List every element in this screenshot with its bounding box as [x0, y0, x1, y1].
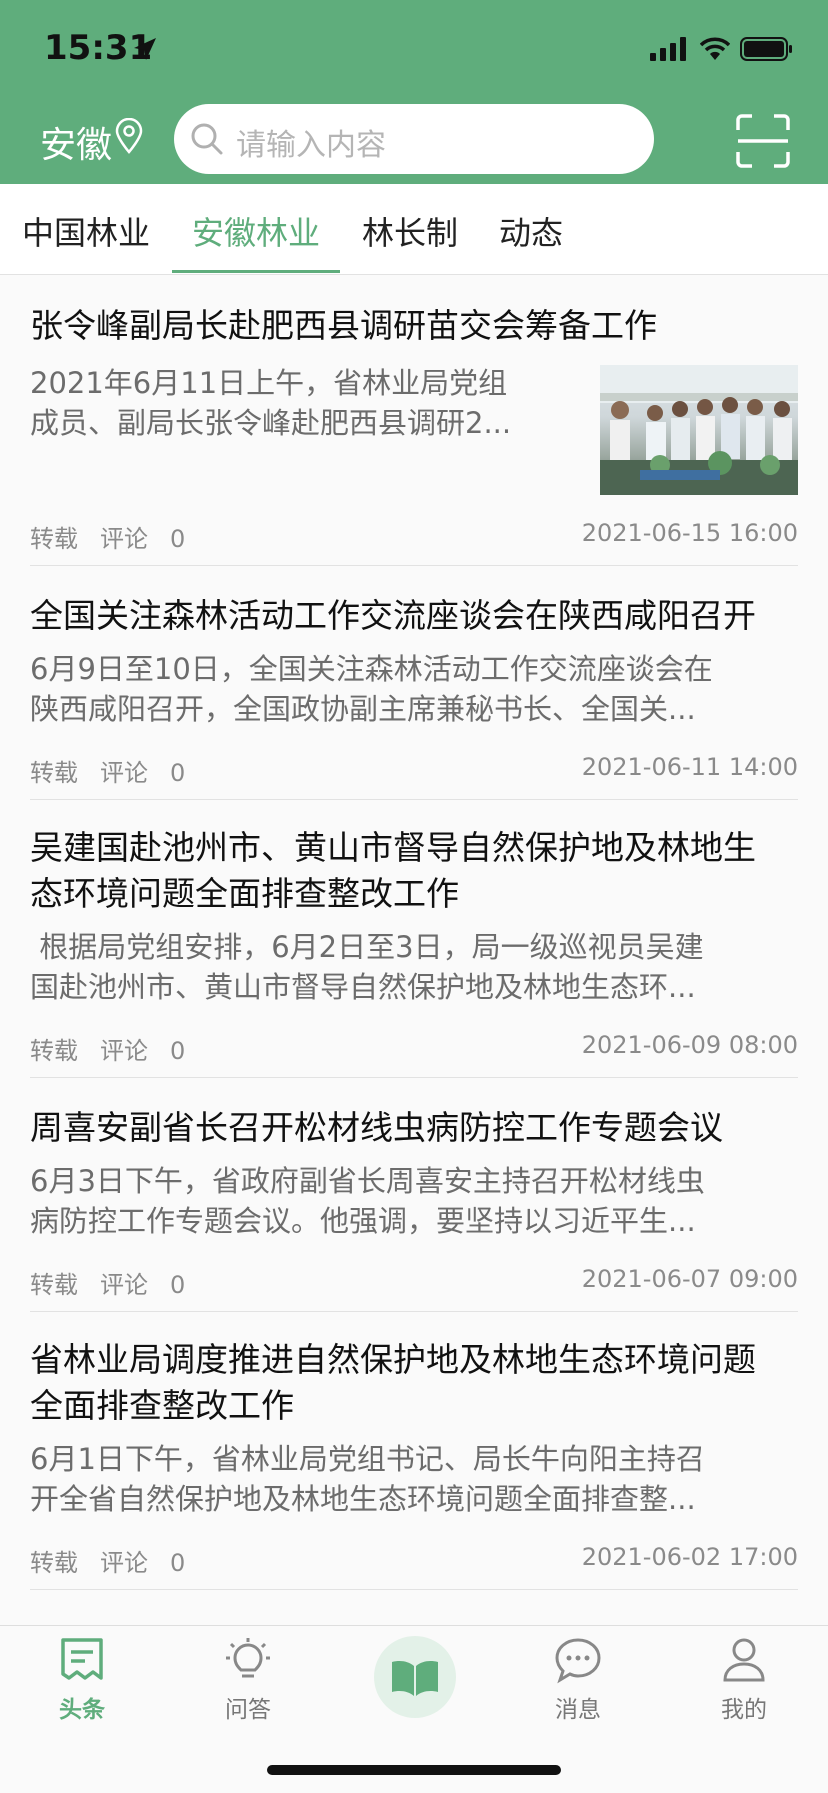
- photo-image: [600, 365, 798, 495]
- comment-count: 0: [170, 1037, 186, 1065]
- article-meta: 转载 评论 0: [30, 1543, 207, 1578]
- repost-label[interactable]: 转载: [30, 1271, 78, 1299]
- nav-profile-label: 我的: [721, 1697, 767, 1723]
- comment-label[interactable]: 评论: [100, 1037, 148, 1065]
- comment-label[interactable]: 评论: [100, 1549, 148, 1577]
- city-selector[interactable]: 安徽: [40, 116, 112, 168]
- active-tab-indicator: [172, 270, 340, 273]
- article-date: 2021-06-15 16:00: [581, 519, 798, 547]
- nav-messages[interactable]: 消息: [528, 1636, 628, 1724]
- status-bar: 15:31: [0, 0, 828, 100]
- repost-label[interactable]: 转载: [30, 759, 78, 787]
- location-pin-icon[interactable]: [114, 118, 144, 154]
- comment-count: 0: [170, 759, 186, 787]
- article-item[interactable]: 周喜安副省长召开松材线虫病防控工作专题会议 6月3日下午，省政府副省长周喜安主持…: [30, 1077, 798, 1312]
- search-icon: [191, 123, 223, 155]
- article-item[interactable]: 省林业局调度推进自然保护地及林地生态环境问题 全面排查整改工作 6月1日下午，省…: [30, 1311, 798, 1590]
- search-input[interactable]: 请输入内容: [174, 104, 654, 174]
- article-title[interactable]: 省林业局调度推进自然保护地及林地生态环境问题 全面排查整改工作: [30, 1337, 756, 1429]
- user-icon: [723, 1638, 765, 1682]
- article-title[interactable]: 全国关注森林活动工作交流座谈会在陕西咸阳召开: [30, 593, 756, 639]
- article-meta: 转载 评论 0: [30, 1031, 207, 1066]
- comment-label[interactable]: 评论: [100, 759, 148, 787]
- search-placeholder: 请输入内容: [236, 128, 386, 163]
- category-tabs: 中国林业 安徽林业 林长制 动态: [0, 184, 828, 275]
- article-meta: 转载 评论 0: [30, 753, 207, 788]
- repost-label[interactable]: 转载: [30, 1037, 78, 1065]
- tab-china-forestry[interactable]: 中国林业: [22, 208, 150, 254]
- nav-headlines-label: 头条: [59, 1697, 105, 1723]
- article-date: 2021-06-07 09:00: [581, 1265, 798, 1293]
- article-item[interactable]: 张令峰副局长赴肥西县调研苗交会筹备工作 2021年6月11日上午，省林业局党组 …: [30, 275, 798, 566]
- article-date: 2021-06-09 08:00: [581, 1031, 798, 1059]
- repost-label[interactable]: 转载: [30, 525, 78, 553]
- comment-count: 0: [170, 1271, 186, 1299]
- lightbulb-icon: [226, 1638, 270, 1678]
- article-item[interactable]: 全国关注森林活动工作交流座谈会在陕西咸阳召开 6月9日至10日，全国关注森林活动…: [30, 565, 798, 800]
- comment-label[interactable]: 评论: [100, 525, 148, 553]
- article-summary: 6月9日至10日，全国关注森林活动工作交流座谈会在 陕西咸阳召开，全国政协副主席…: [30, 652, 713, 726]
- tab-forest-chief[interactable]: 林长制: [362, 208, 458, 254]
- article-summary: 6月3日下午，省政府副省长周喜安主持召开松材线虫 病防控工作专题会议。他强调，要…: [30, 1164, 705, 1238]
- app-header: 15:31 安徽 请输入内容: [0, 0, 828, 184]
- article-list: 张令峰副局长赴肥西县调研苗交会筹备工作 2021年6月11日上午，省林业局党组 …: [0, 275, 828, 1625]
- comment-label[interactable]: 评论: [100, 1271, 148, 1299]
- nav-headlines[interactable]: 头条: [32, 1636, 132, 1724]
- nav-messages-label: 消息: [555, 1697, 601, 1723]
- book-icon: [392, 1661, 438, 1696]
- wifi-icon: [700, 37, 730, 60]
- battery-icon: [740, 37, 792, 61]
- status-icons: [650, 36, 794, 62]
- article-title[interactable]: 周喜安副省长召开松材线虫病防控工作专题会议: [30, 1105, 723, 1151]
- tab-news[interactable]: 动态: [499, 208, 563, 254]
- comment-count: 0: [170, 1549, 186, 1577]
- article-title[interactable]: 吴建国赴池州市、黄山市督导自然保护地及林地生 态环境问题全面排查整改工作: [30, 825, 756, 917]
- article-item[interactable]: 吴建国赴池州市、黄山市督导自然保护地及林地生 态环境问题全面排查整改工作 根据局…: [30, 799, 798, 1078]
- nav-qa-label: 问答: [225, 1697, 271, 1723]
- home-indicator: [267, 1765, 561, 1775]
- article-meta: 转载 评论 0: [30, 519, 207, 554]
- article-date: 2021-06-02 17:00: [581, 1543, 798, 1571]
- headlines-icon: [61, 1638, 103, 1680]
- comment-count: 0: [170, 525, 186, 553]
- top-bar: 安徽 请输入内容: [0, 104, 828, 176]
- nav-qa[interactable]: 问答: [198, 1636, 298, 1724]
- scan-icon[interactable]: [736, 114, 790, 168]
- repost-label[interactable]: 转载: [30, 1549, 78, 1577]
- article-summary: 6月1日下午，省林业局党组书记、局长牛向阳主持召 开全省自然保护地及林地生态环境…: [30, 1442, 705, 1516]
- article-summary: 2021年6月11日上午，省林业局党组 成员、副局长张令峰赴肥西县调研2...: [30, 366, 512, 440]
- article-date: 2021-06-11 14:00: [581, 753, 798, 781]
- article-summary: 根据局党组安排，6月2日至3日，局一级巡视员吴建 国赴池州市、黄山市督导自然保护…: [30, 930, 704, 1004]
- article-thumbnail[interactable]: [600, 365, 798, 495]
- article-meta: 转载 评论 0: [30, 1265, 207, 1300]
- nav-center-reading[interactable]: [374, 1636, 456, 1718]
- article-title[interactable]: 张令峰副局长赴肥西县调研苗交会筹备工作: [30, 303, 657, 349]
- nav-profile[interactable]: 我的: [694, 1636, 794, 1724]
- tab-anhui-forestry[interactable]: 安徽林业: [192, 208, 320, 254]
- signal-icon: [650, 37, 686, 61]
- chat-icon: [555, 1638, 601, 1684]
- location-arrow-icon: [134, 38, 156, 60]
